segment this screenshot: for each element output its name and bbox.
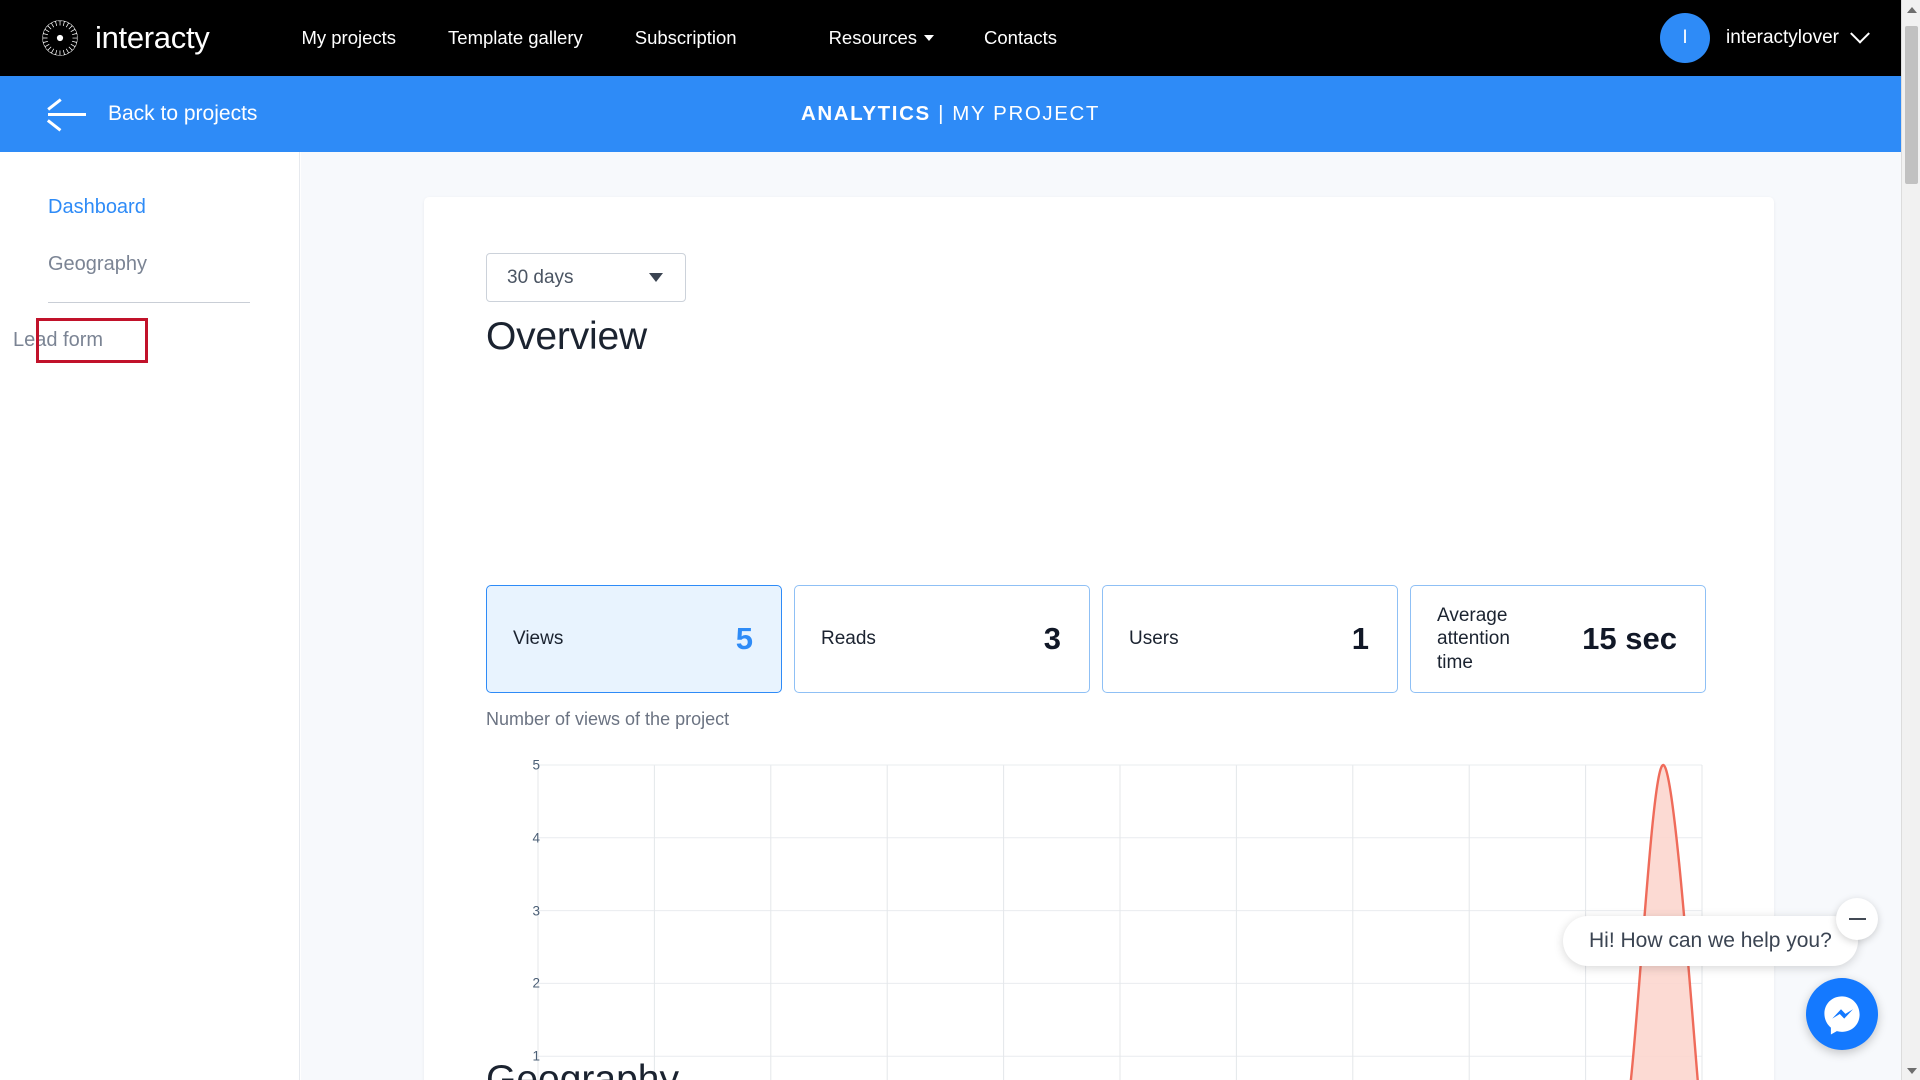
stat-card-reads[interactable]: Reads 3 xyxy=(794,585,1090,693)
period-select-value: 30 days xyxy=(507,266,574,288)
sidebar-item-geography[interactable]: Geography xyxy=(48,253,147,276)
stat-card-label: Reads xyxy=(821,628,876,650)
geography-heading: Geography xyxy=(486,1058,679,1080)
chart-y-tick-label: 4 xyxy=(532,830,540,846)
stat-card-users[interactable]: Users 1 xyxy=(1102,585,1398,693)
stat-card-label: Users xyxy=(1129,628,1179,650)
minus-icon xyxy=(1848,917,1866,921)
chat-minimize-button[interactable] xyxy=(1836,898,1878,940)
account-username: interactylover xyxy=(1726,27,1839,48)
account-menu[interactable]: I interactylover xyxy=(1660,0,1870,76)
page-scrollbar[interactable] xyxy=(1901,0,1920,1080)
nav-item-my-projects[interactable]: My projects xyxy=(301,27,396,49)
scroll-down-arrow[interactable] xyxy=(1902,1061,1920,1080)
chart-caption: Number of views of the project xyxy=(486,709,730,729)
chevron-down-icon xyxy=(924,35,934,41)
stat-card-value: 1 xyxy=(1351,621,1369,656)
stat-card-label: Views xyxy=(513,628,564,650)
stat-card-value: 15 sec xyxy=(1582,621,1677,656)
period-select[interactable]: 30 days xyxy=(486,253,686,302)
nav-item-subscription[interactable]: Subscription xyxy=(635,27,737,49)
nav-item-resources-label: Resources xyxy=(828,27,917,48)
nav-links: My projects Template gallery Subscriptio… xyxy=(301,27,1109,49)
messenger-chat-button[interactable] xyxy=(1806,978,1878,1050)
messenger-icon xyxy=(1824,996,1860,1035)
scroll-up-arrow[interactable] xyxy=(1902,0,1920,19)
stat-card-views[interactable]: Views 5 xyxy=(486,585,782,693)
brand-logo-link[interactable]: TTTTTTTTTTTTTTTTTTTTTTTT interacty xyxy=(38,16,209,60)
stat-card-label: Average attention time xyxy=(1437,605,1510,673)
chat-greeting-bubble[interactable]: Hi! How can we help you? xyxy=(1563,916,1858,966)
chevron-down-icon xyxy=(649,273,663,282)
sidebar-item-dashboard[interactable]: Dashboard xyxy=(48,196,146,219)
nav-item-resources[interactable]: Resources xyxy=(829,27,934,49)
stat-card-value: 3 xyxy=(1043,621,1061,656)
views-chart-svg xyxy=(537,763,1703,1080)
brand-name: interacty xyxy=(95,20,210,55)
sidebar-divider xyxy=(48,302,250,303)
chevron-down-icon xyxy=(1850,23,1870,44)
interacty-logo-icon: TTTTTTTTTTTTTTTTTTTTTTTT xyxy=(38,16,82,60)
sidebar-item-lead-form[interactable]: Lead form xyxy=(0,329,103,352)
page-title: ANALYTICS | MY PROJECT xyxy=(0,102,1901,126)
nav-item-template-gallery[interactable]: Template gallery xyxy=(448,27,583,49)
analytics-banner: Back to projects ANALYTICS | MY PROJECT xyxy=(0,76,1901,152)
top-navigation-bar: TTTTTTTTTTTTTTTTTTTTTTTT interacty My pr… xyxy=(0,0,1901,76)
scrollbar-thumb[interactable] xyxy=(1905,26,1918,184)
chart-y-tick-label: 5 xyxy=(532,757,540,773)
chart-y-tick-label: 3 xyxy=(532,903,540,919)
chart-y-tick-label: 2 xyxy=(532,975,540,991)
overview-heading: Overview xyxy=(486,315,647,358)
stat-card-value: 5 xyxy=(735,621,753,656)
stat-card-average-attention-time[interactable]: Average attention time 15 sec xyxy=(1410,585,1706,693)
page-title-analytics: ANALYTICS xyxy=(800,102,931,125)
avatar: I xyxy=(1660,13,1710,63)
nav-item-contacts[interactable]: Contacts xyxy=(984,27,1057,49)
views-chart: 01234518.0121.0124.0127.0130.0102.0205.0… xyxy=(486,757,1726,1080)
page-title-project: | MY PROJECT xyxy=(930,102,1101,125)
sidebar: Dashboard Geography Lead form xyxy=(0,152,300,1080)
